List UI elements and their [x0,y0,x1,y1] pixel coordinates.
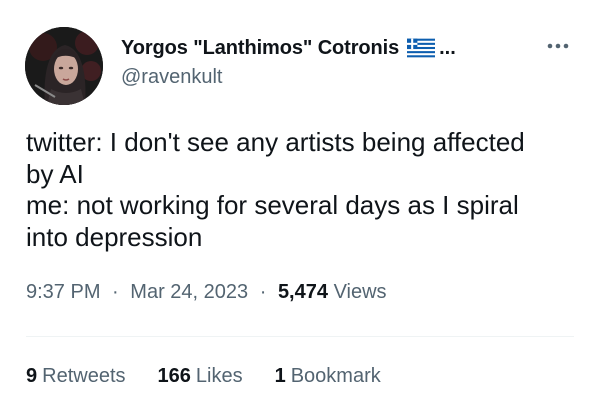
views-label: Views [333,281,387,303]
meta-separator: · [112,281,119,303]
tweet-date[interactable]: Mar 24, 2023 [130,281,248,303]
views-count: 5,474 [277,281,328,303]
likes-label: Likes [195,365,243,387]
author-display-name[interactable]: Yorgos "Lanthimos" Cotronis [121,37,399,60]
more-options-icon [547,43,569,49]
tweet-body: twitter: I don't see any artists being a… [26,127,581,253]
tweet-line: by AI [26,158,84,189]
profile-portrait-avatar [25,27,103,105]
author-handle[interactable]: @ravenkult [121,66,222,89]
likes-stat[interactable]: 166 Likes [158,365,243,388]
retweets-stat[interactable]: 9 Retweets [26,365,126,388]
engagement-stats: 9 Retweets 166 Likes 1 Bookmark [26,365,381,388]
meta-separator: · [259,281,267,303]
tweet-meta: 9:37 PM · Mar 24, 2023 · 5,474 Views [26,281,387,304]
avatar[interactable] [25,27,103,105]
tweet-line: into depression [26,221,203,252]
name-truncation: ... [439,36,456,59]
author-name-row: Yorgos "Lanthimos" Cotronis ... [121,35,456,61]
more-options-button[interactable] [540,34,576,58]
tweet-card: Yorgos "Lanthimos" Cotronis ... @ravenku… [0,0,600,419]
greek-flag-icon [407,38,436,58]
tweet-line: me: not working for several days as I sp… [26,190,519,220]
retweets-count: 9 [26,365,38,387]
bookmarks-label: Bookmark [290,365,381,387]
tweet-time[interactable]: 9:37 PM [26,281,100,303]
bookmarks-stat[interactable]: 1 Bookmark [275,365,381,388]
retweets-label: Retweets [42,365,126,387]
divider [26,336,574,337]
bookmarks-count: 1 [274,365,286,387]
likes-count: 166 [157,365,191,387]
tweet-line: twitter: I don't see any artists being a… [26,127,525,157]
